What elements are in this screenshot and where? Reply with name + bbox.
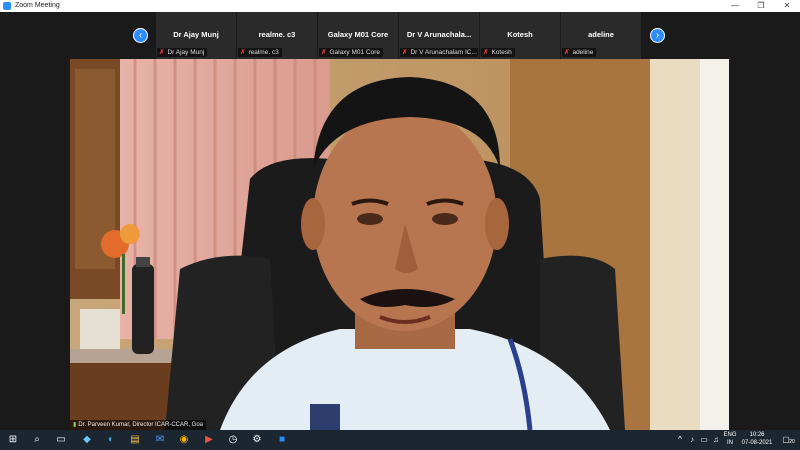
- participant-tag-text: Dr Ajay Munj: [167, 49, 205, 56]
- participant-name: Galaxy M01 Core: [327, 30, 389, 39]
- previous-page-button[interactable]: ‹: [133, 28, 148, 43]
- search-icon[interactable]: ⌕: [30, 433, 44, 447]
- clock-date: 07-08-2021: [741, 440, 773, 446]
- language-code: ENG: [723, 432, 737, 438]
- media-icon[interactable]: ▶: [202, 433, 216, 447]
- maximize-button[interactable]: ❐: [748, 0, 774, 12]
- participant-name: Kotesh: [507, 30, 533, 39]
- mic-muted-icon: ✗: [564, 49, 570, 56]
- participant-tile[interactable]: Dr Ajay Munj ✗ Dr Ajay Munj: [156, 12, 236, 59]
- mic-muted-icon: ✗: [321, 49, 327, 56]
- participant-tag-text: realme. c3: [248, 49, 279, 56]
- pin-icon[interactable]: ◆: [80, 433, 94, 447]
- speaker-video-frame: [70, 59, 729, 430]
- zoom-icon[interactable]: ■: [275, 433, 289, 447]
- minimize-button[interactable]: —: [722, 0, 748, 12]
- settings-icon[interactable]: ⚙: [250, 433, 264, 447]
- clock-time: 10:26: [749, 432, 765, 438]
- participant-tag: ✗ adeline: [562, 48, 597, 57]
- participant-tag-text: adeline: [572, 49, 594, 56]
- notification-count: 20: [789, 439, 795, 445]
- participant-tile[interactable]: Galaxy M01 Core ✗ Galaxy M01 Core: [318, 12, 398, 59]
- participant-tag: ✗ Dr V Arunachalam IC...: [400, 48, 478, 57]
- participant-strip: ‹ Dr Ajay Munj ✗ Dr Ajay Munj realme. c3 …: [0, 12, 800, 60]
- participant-tag: ✗ Galaxy M01 Core: [319, 48, 384, 57]
- participant-name: Dr Ajay Munj: [173, 30, 219, 39]
- chrome-icon[interactable]: ◉: [177, 433, 191, 447]
- task-view-icon[interactable]: ▭: [54, 433, 68, 447]
- participant-tag-text: Dr V Arunachalam IC...: [410, 49, 477, 56]
- participant-name: adeline: [588, 30, 614, 39]
- windows-taskbar: ⊞ ⌕ ▭ ◆ ◐ ▤ ✉ ◉ ▶ ◷ ⚙ ■ ^ ♪ ▭ ♫ ENG IN 1…: [0, 430, 800, 450]
- windows-start-icon[interactable]: ⊞: [6, 433, 20, 447]
- mic-muted-icon: ✗: [483, 49, 489, 56]
- clock[interactable]: 10:26 07-08-2021: [740, 431, 774, 447]
- active-speaker-video[interactable]: [70, 59, 729, 430]
- region-code: IN: [727, 440, 733, 446]
- window-controls: — ❐ ✕: [722, 0, 800, 12]
- participant-name: realme. c3: [258, 30, 296, 39]
- participant-tile[interactable]: adeline ✗ adeline: [561, 12, 641, 59]
- zoom-app-icon: [3, 2, 11, 10]
- close-button[interactable]: ✕: [774, 0, 800, 12]
- signal-strength-icon: ▮: [73, 422, 77, 428]
- participant-tag: ✗ Dr Ajay Munj: [157, 48, 208, 57]
- active-speaker-label: ▮ Dr. Parveen Kumar, Director ICAR-CCAR, …: [70, 420, 207, 430]
- participant-tag: ✗ realme. c3: [238, 48, 282, 57]
- speaker-name: Dr. Parveen Kumar, Director ICAR-CCAR, G…: [78, 422, 204, 428]
- window-title: Zoom Meeting: [15, 2, 60, 9]
- participant-tile[interactable]: realme. c3 ✗ realme. c3: [237, 12, 317, 59]
- mic-muted-icon: ✗: [240, 49, 246, 56]
- mic-muted-icon: ✗: [159, 49, 165, 56]
- edge-icon[interactable]: ◐: [104, 433, 118, 447]
- participant-tag: ✗ Kotesh: [481, 48, 515, 57]
- participant-tile[interactable]: Dr V Arunachala... ✗ Dr V Arunachalam IC.…: [399, 12, 479, 59]
- title-bar: Zoom Meeting — ❐ ✕: [0, 0, 800, 12]
- participant-tile[interactable]: Kotesh ✗ Kotesh: [480, 12, 560, 59]
- participant-tag-text: Galaxy M01 Core: [329, 49, 381, 56]
- mail-icon[interactable]: ✉: [153, 433, 167, 447]
- next-page-button[interactable]: ›: [650, 28, 665, 43]
- participant-tag-text: Kotesh: [491, 49, 512, 56]
- clock-app-icon[interactable]: ◷: [226, 433, 240, 447]
- language-indicator[interactable]: ENG IN: [720, 431, 740, 447]
- zoom-window: Zoom Meeting — ❐ ✕ ‹ Dr Ajay Munj ✗ Dr Aj…: [0, 0, 800, 430]
- file-explorer-icon[interactable]: ▤: [128, 433, 142, 447]
- mic-muted-icon: ✗: [402, 49, 408, 56]
- participant-name: Dr V Arunachala...: [406, 30, 472, 39]
